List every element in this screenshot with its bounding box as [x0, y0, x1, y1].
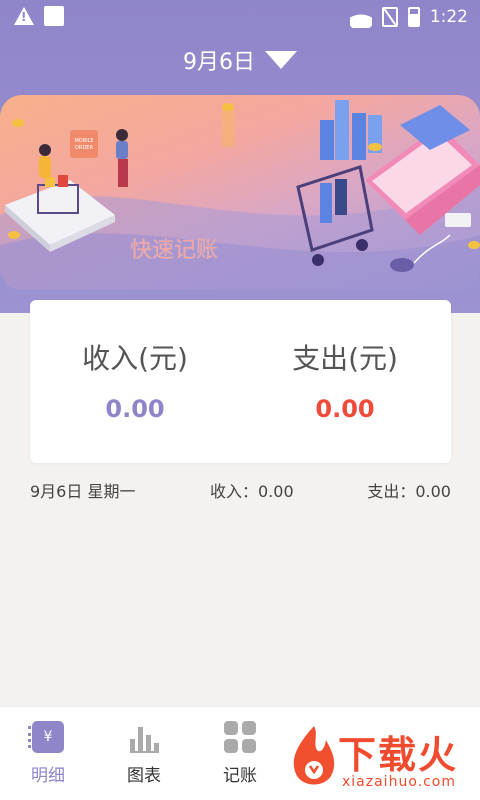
- date-label: 9月6日: [183, 50, 255, 75]
- nav-item-details[interactable]: ¥ 明细: [0, 721, 96, 786]
- day-date: 9月6日 星期一: [30, 482, 136, 501]
- status-right: 1:22: [350, 6, 468, 28]
- day-expense: 支出：0.00: [367, 482, 451, 501]
- wifi-icon: [350, 6, 372, 28]
- status-time: 1:22: [429, 7, 468, 27]
- nav-label-record: 记账: [223, 766, 257, 786]
- flame-logo-icon: [293, 726, 335, 785]
- no-sim-icon: [381, 7, 398, 27]
- dropdown-triangle-icon: [265, 51, 297, 69]
- svg-text:MOBILE: MOBILE: [74, 138, 93, 144]
- nav-item-record[interactable]: 记账: [192, 721, 288, 786]
- watermark-subtext: xiazaihuo.com: [342, 774, 456, 790]
- expense-value: 0.00: [315, 395, 375, 423]
- status-bar: 1:22: [0, 0, 480, 34]
- expense-summary: 支出(元) 0.00: [240, 300, 450, 423]
- status-left: [14, 6, 64, 26]
- banner-illustration: MOBILE ORDER: [0, 100, 480, 290]
- notebook-yen-icon: ¥: [28, 721, 64, 753]
- income-summary: 收入(元) 0.00: [30, 300, 240, 423]
- day-summary-row[interactable]: 9月6日 星期一 收入：0.00 支出：0.00: [30, 478, 451, 502]
- income-label: 收入(元): [82, 342, 188, 375]
- svg-text:ORDER: ORDER: [75, 145, 93, 151]
- watermark-text: 下载火: [338, 733, 459, 777]
- income-value: 0.00: [105, 395, 165, 423]
- expense-label: 支出(元): [292, 342, 398, 375]
- notification-square-icon: [44, 6, 64, 26]
- watermark-logo: 下载火 xiazaihuo.com: [282, 718, 480, 800]
- day-income: 收入：0.00: [210, 482, 294, 501]
- banner-title: 快速记账: [130, 238, 219, 263]
- grid-icon: [224, 721, 256, 753]
- bar-chart-icon: [128, 721, 160, 753]
- summary-card: 收入(元) 0.00 支出(元) 0.00: [30, 300, 451, 463]
- battery-icon: [407, 7, 420, 27]
- nav-label-details: 明细: [31, 766, 65, 786]
- warning-icon: [14, 7, 34, 25]
- nav-item-charts[interactable]: 图表: [96, 721, 192, 786]
- date-selector[interactable]: 9月6日: [0, 44, 480, 76]
- quick-record-banner[interactable]: MOBILE ORDER 快速记账: [0, 95, 480, 290]
- nav-label-charts: 图表: [127, 766, 161, 786]
